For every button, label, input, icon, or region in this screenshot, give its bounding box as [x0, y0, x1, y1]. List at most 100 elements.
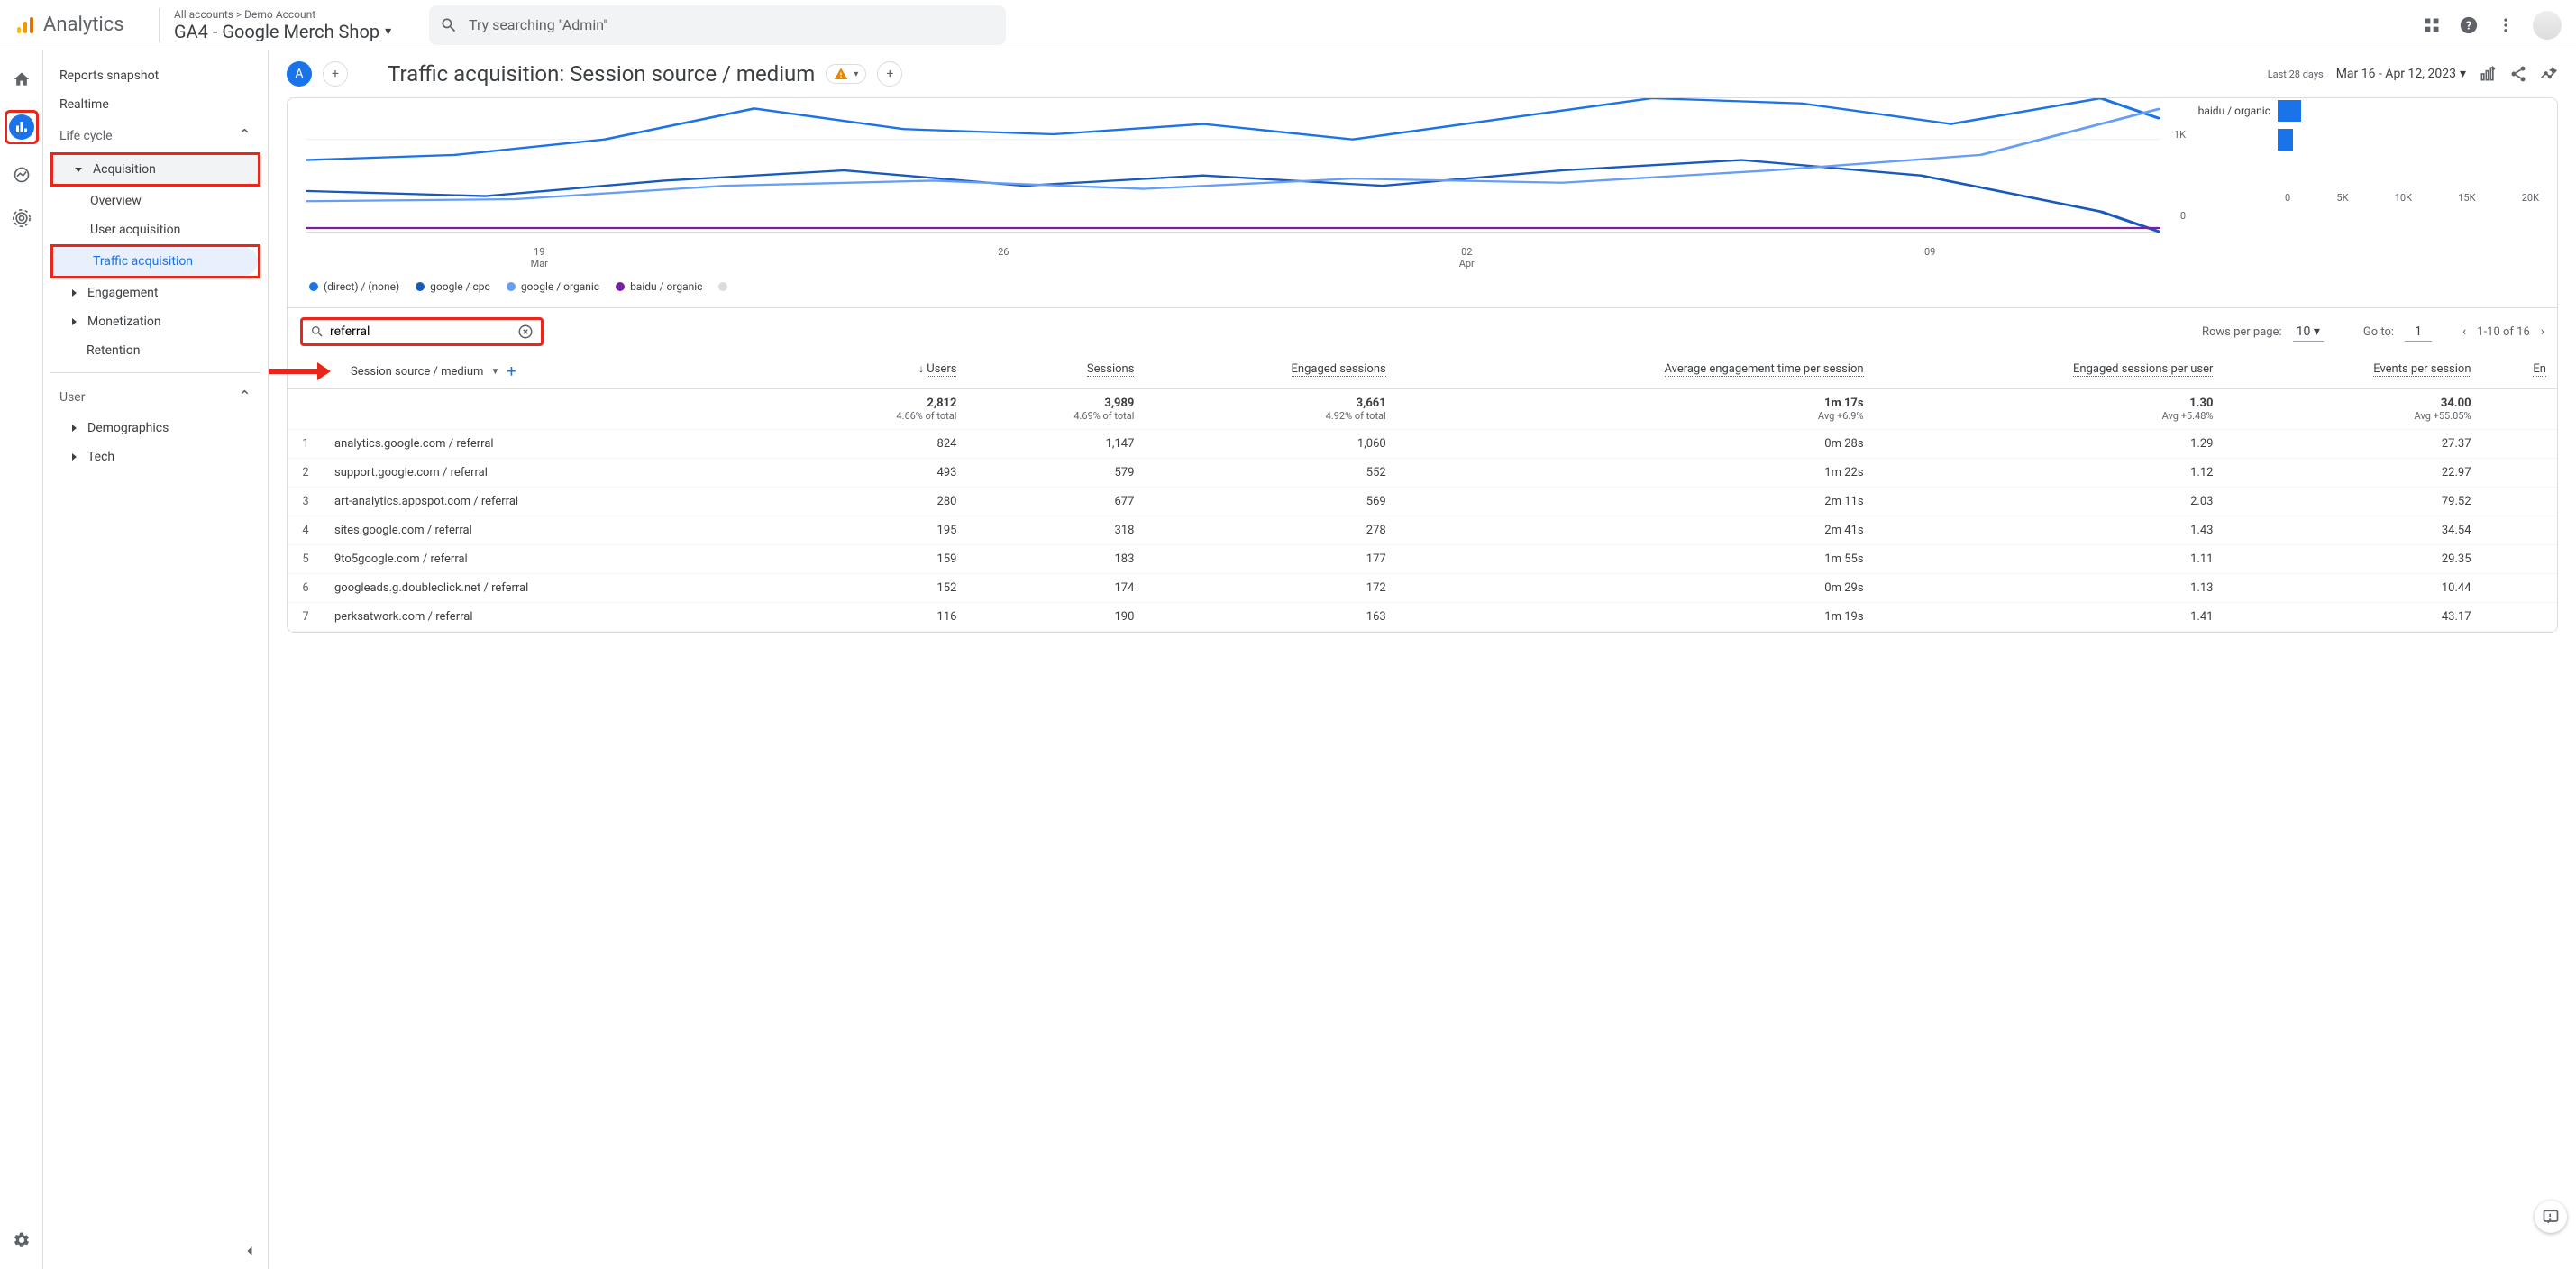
goto-input[interactable]: 1 [2405, 323, 2432, 342]
prev-page-button[interactable]: ‹ [2462, 324, 2466, 339]
search-icon [310, 324, 324, 339]
property-name: GA4 - Google Merch Shop [174, 21, 379, 42]
report-card: 1K 0 19Mar2602Apr09 (direct) / (none)goo… [287, 97, 2558, 633]
insights-icon[interactable] [2540, 65, 2558, 83]
x-axis-tick: 10K [2395, 192, 2412, 204]
sidebar-monetization[interactable]: Monetization [50, 307, 260, 336]
nav-rail [0, 50, 43, 1269]
table-row[interactable]: 2support.google.com / referral4935795521… [288, 459, 2557, 488]
rail-admin[interactable] [9, 1228, 34, 1253]
table-row[interactable]: 1analytics.google.com / referral8241,147… [288, 430, 2557, 459]
help-icon[interactable]: ? [2459, 15, 2479, 35]
goto-label: Go to: [2363, 325, 2394, 339]
search-input[interactable] [469, 16, 995, 33]
chevron-down-icon: ▾ [385, 24, 391, 39]
user-avatar[interactable] [2533, 11, 2562, 40]
add-comparison-button[interactable]: + [323, 61, 348, 87]
rows-per-page-label: Rows per page: [2202, 325, 2282, 339]
sidebar-user-section[interactable]: User ⌃ [50, 380, 260, 414]
metric-header[interactable]: Sessions [967, 355, 1145, 389]
share-icon[interactable] [2509, 65, 2527, 83]
app-header: Analytics All accounts > Demo Account GA… [0, 0, 2576, 50]
report-header: A + Traffic acquisition: Session source … [269, 50, 2576, 97]
metric-header[interactable]: En [2482, 355, 2557, 389]
logo-group: Analytics [14, 14, 159, 36]
table-row[interactable]: 6googleads.g.doubleclick.net / referral1… [288, 574, 2557, 603]
header-actions: ? [2423, 11, 2562, 40]
sidebar-engagement[interactable]: Engagement [50, 278, 260, 307]
customize-report-button[interactable]: + [877, 61, 902, 87]
table-controls: Rows per page: 10 ▾ Go to: 1 ‹ 1-10 of 1… [288, 307, 2557, 355]
table-search-input[interactable] [330, 324, 512, 339]
chevron-up-icon: ⌃ [238, 388, 251, 406]
date-range-picker[interactable]: Mar 16 - Apr 12, 2023 ▾ [2336, 67, 2466, 81]
rows-per-page-select[interactable]: 10 ▾ [2293, 323, 2324, 342]
sidebar-retention[interactable]: Retention [50, 336, 260, 365]
highlight-box: Traffic acquisition [50, 244, 260, 278]
legend-item[interactable]: google / organic [507, 280, 599, 293]
more-vert-icon[interactable] [2497, 16, 2515, 34]
sidebar-reports-snapshot[interactable]: Reports snapshot [50, 61, 260, 90]
chevron-down-icon: ▾ [2460, 67, 2466, 81]
legend-item[interactable]: google / cpc [416, 280, 490, 293]
sidebar-overview[interactable]: Overview [50, 187, 260, 215]
sidebar-acquisition[interactable]: Acquisition [53, 155, 258, 184]
report-content: A + Traffic acquisition: Session source … [269, 50, 2576, 1269]
metric-header[interactable]: Events per session [2224, 355, 2481, 389]
apps-icon[interactable] [2423, 16, 2441, 34]
feedback-button[interactable] [2535, 1201, 2567, 1233]
bar-fill [2278, 100, 2301, 122]
chevron-down-icon: ▾ [854, 69, 858, 79]
rail-reports[interactable] [9, 114, 34, 140]
metric-header[interactable]: ↓ Users [790, 355, 968, 389]
legend-item[interactable]: baidu / organic [616, 280, 702, 293]
add-dimension-button[interactable]: + [507, 362, 516, 381]
x-axis-tick: 20K [2522, 192, 2539, 204]
chart-area: 1K 0 19Mar2602Apr09 (direct) / (none)goo… [288, 98, 2557, 307]
totals-row: 2,8124.66% of total3,9894.69% of total3,… [288, 389, 2557, 430]
collapse-sidebar-button[interactable] [241, 1242, 259, 1260]
global-search[interactable] [429, 5, 1006, 45]
edit-report-icon[interactable] [2479, 65, 2497, 83]
legend-more-icon[interactable] [718, 282, 727, 291]
collapse-triangle-icon [72, 318, 77, 325]
account-selector[interactable]: All accounts > Demo Account GA4 - Google… [159, 8, 411, 42]
collapse-triangle-icon [72, 289, 77, 297]
table-row[interactable]: 4sites.google.com / referral1953182782m … [288, 516, 2557, 545]
sidebar-tech[interactable]: Tech [50, 443, 260, 471]
svg-text:?: ? [2466, 19, 2471, 32]
page-range: 1-10 of 16 [2477, 325, 2530, 339]
line-chart: 1K 0 19Mar2602Apr09 (direct) / (none)goo… [306, 98, 2160, 307]
rail-home[interactable] [9, 67, 34, 92]
collapse-triangle-icon [72, 425, 77, 432]
legend-item[interactable]: (direct) / (none) [309, 280, 399, 293]
comparison-badge[interactable]: A [287, 61, 312, 87]
annotation-arrow-icon [269, 361, 331, 382]
table-row[interactable]: 59to5google.com / referral1591831771m 55… [288, 545, 2557, 574]
rail-explore[interactable] [9, 162, 34, 187]
sidebar-user-acquisition[interactable]: User acquisition [50, 215, 260, 244]
sidebar-demographics[interactable]: Demographics [50, 414, 260, 443]
y-axis-tick: 1K [2174, 129, 2186, 141]
data-quality-badge[interactable]: ▾ [826, 64, 866, 84]
chevron-up-icon: ⌃ [238, 126, 251, 145]
next-page-button[interactable]: › [2541, 324, 2544, 339]
table-search[interactable] [300, 317, 544, 346]
product-name: Analytics [43, 14, 124, 36]
metric-header[interactable]: Engaged sessions [1145, 355, 1396, 389]
x-axis-tick: 19Mar [531, 246, 548, 269]
table-row[interactable]: 3art-analytics.appspot.com / referral280… [288, 488, 2557, 516]
dimension-header[interactable]: Session source / medium ▼ + [288, 355, 790, 389]
sidebar-realtime[interactable]: Realtime [50, 90, 260, 119]
date-preset-label: Last 28 days [2268, 68, 2324, 80]
metric-header[interactable]: Average engagement time per session [1397, 355, 1875, 389]
sidebar-lifecycle[interactable]: Life cycle ⌃ [50, 119, 260, 152]
metric-header[interactable]: Engaged sessions per user [1875, 355, 2224, 389]
x-axis-tick: 26 [998, 246, 1009, 269]
rail-advertising[interactable] [9, 205, 34, 231]
sidebar-traffic-acquisition[interactable]: Traffic acquisition [53, 247, 258, 276]
reports-sidebar: Reports snapshot Realtime Life cycle ⌃ A… [43, 50, 269, 1269]
clear-icon[interactable] [517, 324, 534, 340]
table-row[interactable]: 7perksatwork.com / referral1161901631m 1… [288, 603, 2557, 632]
data-table: Session source / medium ▼ + ↓ UsersSessi… [288, 355, 2557, 632]
